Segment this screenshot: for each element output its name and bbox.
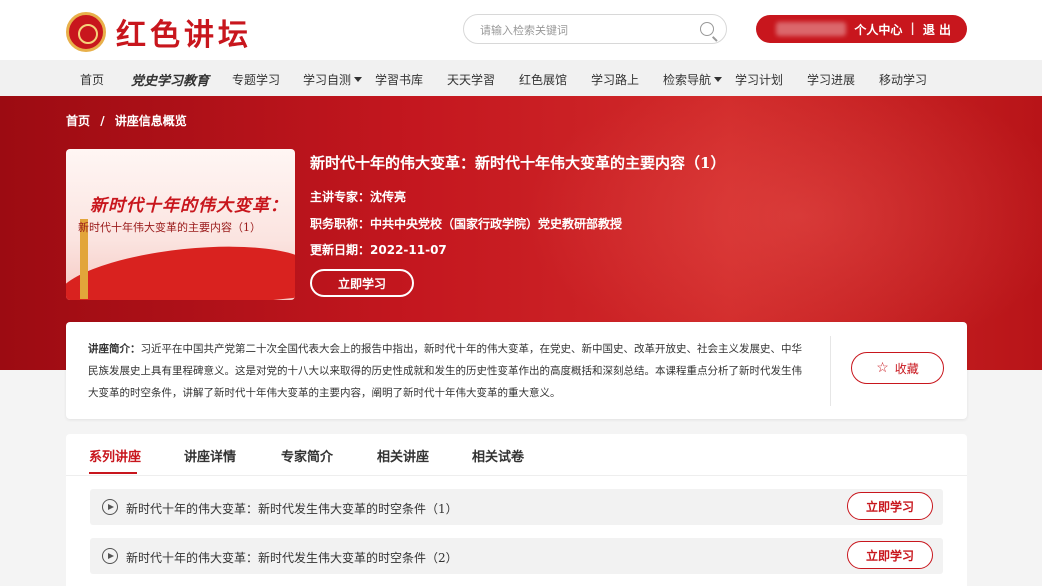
user-center-link[interactable]: 个人中心 — [854, 21, 902, 38]
course-intro: 讲座简介：习近平在中国共产党第二十次全国代表大会上的报告中指出，新时代十年的伟大… — [88, 338, 808, 404]
search-input[interactable] — [480, 21, 680, 39]
breadcrumb: 首页 / 讲座信息概览 — [66, 112, 187, 129]
chevron-down-icon — [354, 77, 363, 82]
nav-item-self-test[interactable]: 学习自测 — [303, 71, 363, 88]
nav-item-home[interactable]: 首页 — [80, 71, 104, 88]
nav-item-search-nav[interactable]: 检索导航 — [663, 71, 723, 88]
course-title: 新时代十年的伟大变革：新时代十年伟大变革的主要内容（1） — [310, 154, 726, 172]
breadcrumb-home[interactable]: 首页 — [66, 114, 90, 128]
course-intro-card: 讲座简介：习近平在中国共产党第二十次全国代表大会上的报告中指出，新时代十年的伟大… — [66, 322, 967, 419]
lecture-study-button[interactable]: 立即学习 — [847, 492, 933, 520]
nav-item-study-road[interactable]: 学习路上 — [591, 71, 639, 88]
tab-related-tests[interactable]: 相关试卷 — [472, 446, 524, 465]
course-cover[interactable]: 新时代十年的伟大变革： 新时代十年伟大变革的主要内容（1） — [66, 149, 295, 300]
search-icon[interactable] — [700, 22, 714, 36]
breadcrumb-sep: / — [100, 114, 105, 128]
lecture-title[interactable]: 新时代十年的伟大变革：新时代发生伟大变革的时空条件（1） — [126, 500, 458, 517]
position-value: 中共中央党校（国家行政学院）党史教研部教授 — [370, 217, 623, 231]
main-nav: 首页 党史学习教育 专题学习 学习自测 学習书库 天天学習 红色展馆 学习路上 … — [0, 60, 1042, 96]
intro-text: 习近平在中国共产党第二十次全国代表大会上的报告中指出，新时代十年的伟大变革，在党… — [88, 343, 802, 399]
play-icon[interactable] — [102, 548, 118, 564]
list-item[interactable]: 新时代十年的伟大变革：新时代发生伟大变革的时空条件（2） 立即学习 — [90, 538, 943, 574]
star-icon: ☆ — [876, 360, 889, 376]
favorite-button[interactable]: ☆ 收藏 — [851, 352, 944, 384]
nav-item-daily-study[interactable]: 天天学習 — [447, 71, 495, 88]
active-tab-indicator — [89, 472, 137, 474]
lecture-title[interactable]: 新时代十年的伟大变革：新时代发生伟大变革的时空条件（2） — [126, 549, 458, 566]
breadcrumb-current: 讲座信息概览 — [114, 114, 187, 128]
lecture-study-button[interactable]: 立即学习 — [847, 541, 933, 569]
nav-item-topics[interactable]: 专题学习 — [232, 71, 280, 88]
nav-item-mobile[interactable]: 移动学习 — [879, 71, 927, 88]
site-logo[interactable]: 红色讲坛 — [66, 10, 252, 54]
nav-item-self-test-label: 学习自测 — [303, 73, 352, 87]
course-tabs-panel: 系列讲座 讲座详情 专家简介 相关讲座 相关试卷 新时代十年的伟大变革：新时代发… — [66, 434, 967, 586]
position-label: 职务职称： — [310, 217, 371, 231]
tab-details[interactable]: 讲座详情 — [184, 446, 236, 465]
nav-item-search-nav-label: 检索导航 — [663, 73, 712, 87]
tab-expert[interactable]: 专家简介 — [281, 446, 333, 465]
tab-series[interactable]: 系列讲座 — [89, 446, 141, 465]
intro-label: 讲座简介： — [88, 343, 141, 355]
tab-divider — [66, 475, 967, 476]
site-header: 红色讲坛 个人中心 | 退 出 — [0, 0, 1042, 60]
course-position: 职务职称：中共中央党校（国家行政学院）党史教研部教授 — [310, 215, 622, 232]
cover-subtitle: 新时代十年伟大变革的主要内容（1） — [78, 221, 261, 234]
course-date: 更新日期：2022-11-07 — [310, 241, 447, 258]
cover-ribbon-decoration — [66, 235, 295, 300]
play-icon[interactable] — [102, 499, 118, 515]
nav-item-party-history[interactable]: 党史学习教育 — [131, 70, 209, 89]
nav-item-progress[interactable]: 学习进展 — [807, 71, 855, 88]
party-emblem-icon — [66, 12, 106, 52]
favorite-label: 收藏 — [894, 361, 919, 376]
chevron-down-icon — [714, 77, 723, 82]
user-bar: 个人中心 | 退 出 — [756, 15, 967, 43]
start-study-button[interactable]: 立即学习 — [310, 269, 414, 297]
date-label: 更新日期： — [310, 243, 371, 257]
divider — [830, 336, 831, 406]
logo-text: 红色讲坛 — [116, 18, 252, 53]
cover-title: 新时代十年的伟大变革： — [90, 196, 288, 216]
nav-item-library[interactable]: 学習书库 — [375, 71, 423, 88]
expert-label: 主讲专家： — [310, 190, 371, 204]
logout-link[interactable]: 退 出 — [923, 21, 951, 38]
separator: | — [910, 21, 915, 35]
expert-name: 沈传亮 — [370, 190, 407, 204]
tab-related-lectures[interactable]: 相关讲座 — [377, 446, 429, 465]
nav-item-study-plan[interactable]: 学习计划 — [735, 71, 783, 88]
course-expert: 主讲专家：沈传亮 — [310, 188, 406, 205]
list-item[interactable]: 新时代十年的伟大变革：新时代发生伟大变革的时空条件（1） 立即学习 — [90, 489, 943, 525]
search-box — [463, 14, 727, 44]
nav-item-red-museum[interactable]: 红色展馆 — [519, 71, 567, 88]
date-value: 2022-11-07 — [370, 243, 447, 257]
user-name-redacted — [776, 22, 846, 36]
